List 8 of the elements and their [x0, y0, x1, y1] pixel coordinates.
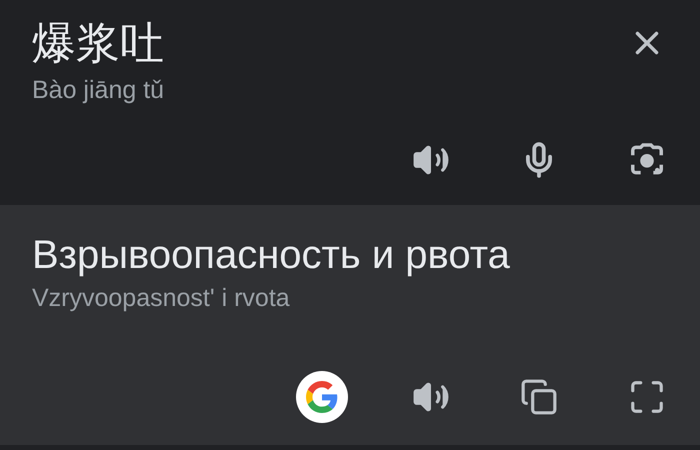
- source-romanization: Bào jiāng tǔ: [32, 74, 166, 105]
- translation-text: Взрывоопасность и рвота: [32, 232, 511, 279]
- fullscreen-icon: [628, 378, 666, 416]
- google-logo-icon: [306, 381, 338, 413]
- source-text: 爆浆吐: [32, 18, 164, 70]
- copy-icon: [520, 378, 558, 416]
- google-button[interactable]: [296, 371, 348, 423]
- translation-romanization: Vzryvoopasnost' i rvota: [32, 283, 291, 313]
